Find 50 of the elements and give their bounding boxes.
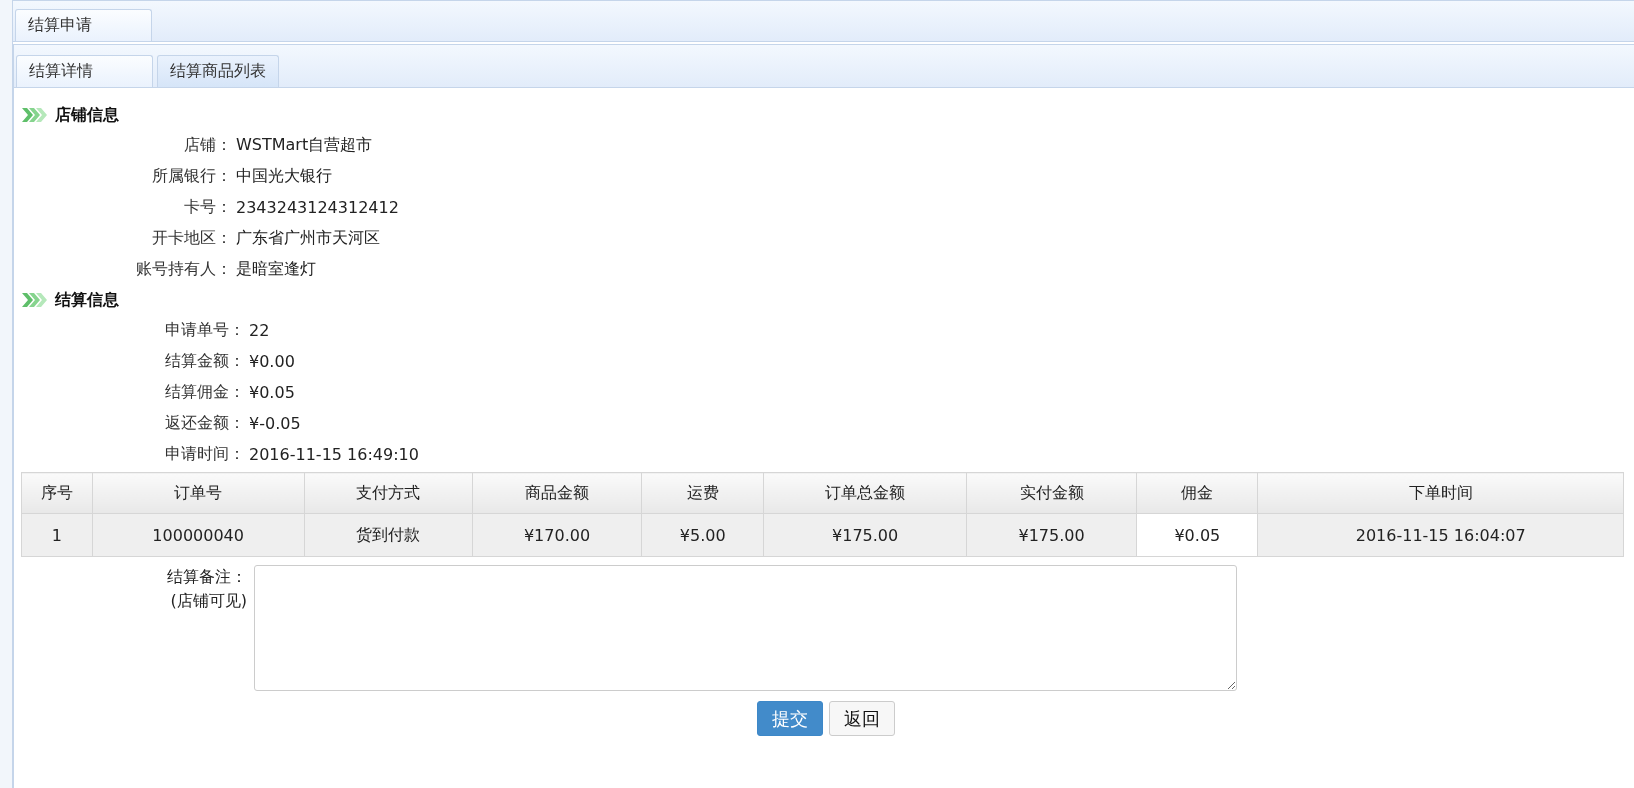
table-cell: 1: [21, 513, 93, 557]
table-cell: 2016-11-15 16:04:07: [1257, 513, 1624, 557]
chevrons-icon: [21, 106, 47, 124]
field-label: 结算佣金：: [164, 382, 245, 403]
column-header: 订单号: [92, 472, 305, 514]
field-label: 所属银行：: [151, 166, 232, 187]
column-header: 运费: [641, 472, 764, 514]
column-header: 下单时间: [1257, 472, 1624, 514]
field-value: 2343243124312412: [236, 198, 399, 217]
section-title: 结算信息: [55, 289, 119, 311]
field-value: 广东省广州市天河区: [236, 228, 380, 249]
chevrons-icon: [21, 291, 47, 309]
tab[interactable]: 结算详情: [16, 55, 153, 87]
field-label: 店铺：: [183, 135, 232, 156]
submit-button[interactable]: 提交: [757, 701, 823, 736]
field-note: (店铺可见): [170, 590, 247, 612]
tab[interactable]: 结算申请: [15, 9, 152, 41]
field-label: 结算备注：: [167, 566, 247, 588]
field-label: 返还金额：: [164, 413, 245, 434]
column-header: 实付金额: [966, 472, 1137, 514]
field-value: 2016-11-15 16:49:10: [249, 445, 419, 464]
field-label: 卡号：: [183, 197, 232, 218]
field-value: 22: [249, 321, 270, 340]
tab[interactable]: 结算商品列表: [157, 55, 279, 87]
field-value: WSTMart自营超市: [236, 135, 373, 156]
column-header: 商品金额: [472, 472, 642, 514]
remark-field[interactable]: [254, 565, 1237, 691]
column-header: 佣金: [1136, 472, 1258, 514]
table-cell: ¥0.05: [1136, 513, 1258, 557]
back-button[interactable]: 返回: [829, 701, 895, 736]
table-cell: 100000040: [92, 513, 305, 557]
section-title: 店铺信息: [55, 104, 119, 126]
table-cell: ¥170.00: [472, 513, 642, 557]
field-label: 申请时间：: [164, 444, 245, 465]
field-label: 开卡地区：: [151, 228, 232, 249]
field-value: 是暗室逢灯: [236, 259, 316, 280]
column-header: 支付方式: [304, 472, 473, 514]
table-cell: ¥175.00: [763, 513, 967, 557]
field-label: 结算金额：: [164, 351, 245, 372]
field-value: 中国光大银行: [236, 166, 332, 187]
column-header: 订单总金额: [763, 472, 967, 514]
field-label: 账号持有人：: [135, 259, 232, 280]
table-cell: ¥175.00: [966, 513, 1137, 557]
column-header: 序号: [21, 472, 93, 514]
field-value: ¥0.00: [249, 352, 295, 371]
field-label: 申请单号：: [164, 320, 245, 341]
table-cell: ¥5.00: [641, 513, 764, 557]
table-cell: 货到付款: [304, 513, 473, 557]
field-value: ¥-0.05: [249, 414, 301, 433]
field-value: ¥0.05: [249, 383, 295, 402]
